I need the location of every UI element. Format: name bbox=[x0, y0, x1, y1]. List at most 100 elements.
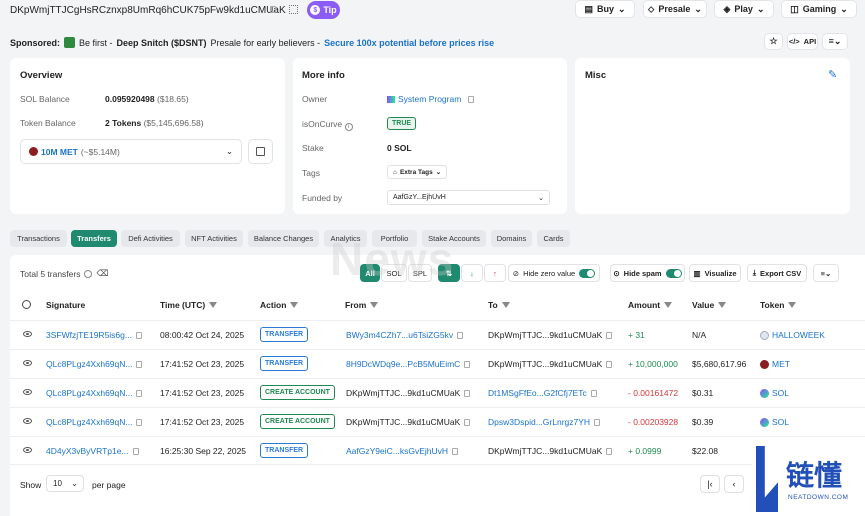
eye-icon[interactable] bbox=[23, 447, 32, 453]
hide-zero-switch[interactable] bbox=[579, 268, 596, 278]
copy-icon[interactable] bbox=[452, 448, 459, 455]
token-cell[interactable]: SOL bbox=[760, 417, 789, 427]
col-amount[interactable]: Amount bbox=[628, 300, 673, 310]
sponsor-bar[interactable]: Sponsored: Be first - Deep Snitch ($DSNT… bbox=[10, 37, 494, 48]
tip-button[interactable]: $ Tip bbox=[307, 1, 340, 19]
copy-icon[interactable] bbox=[457, 332, 464, 339]
funded-by-select[interactable]: AafGzY...EjhUvH ⌄ bbox=[387, 190, 550, 205]
to-text[interactable]: DKpWmjTTJC...9kd1uCMUaK bbox=[488, 446, 602, 456]
tab-nft-activities[interactable]: NFT Activities bbox=[185, 230, 243, 247]
copy-icon[interactable] bbox=[132, 448, 139, 455]
direction-out-button[interactable]: ↑ bbox=[484, 264, 506, 282]
first-page-button[interactable]: |‹ bbox=[700, 475, 720, 493]
to-text[interactable]: DKpWmjTTJC...9kd1uCMUaK bbox=[488, 359, 602, 369]
more-options-button[interactable]: ≡⌄ bbox=[822, 33, 848, 50]
filter-icon[interactable] bbox=[370, 302, 379, 308]
filter-icon[interactable] bbox=[664, 302, 673, 308]
to-text[interactable]: DKpWmjTTJC...9kd1uCMUaK bbox=[488, 330, 602, 340]
from-text[interactable]: DKpWmjTTJC...9kd1uCMUaK bbox=[346, 388, 460, 398]
copy-icon[interactable] bbox=[590, 390, 597, 397]
tab-domains[interactable]: Domains bbox=[491, 230, 532, 247]
copy-icon[interactable] bbox=[606, 332, 613, 339]
to-text[interactable]: Dt1MSgFfEo...G2fCfj7ETc bbox=[488, 388, 587, 398]
signature-link[interactable]: 3SFWfzjTE19R5is6g... bbox=[46, 330, 142, 340]
copy-icon[interactable] bbox=[136, 390, 143, 397]
tab-portfolio[interactable]: Portfolio bbox=[372, 230, 417, 247]
token-link[interactable]: SOL bbox=[772, 388, 789, 398]
copy-icon[interactable] bbox=[594, 419, 601, 426]
column-settings-button[interactable]: ≡⌄ bbox=[813, 264, 839, 282]
owner-link[interactable]: System Program bbox=[398, 94, 461, 104]
filter-sol-button[interactable]: SOL bbox=[381, 264, 407, 282]
prev-page-button[interactable]: ‹ bbox=[724, 475, 744, 493]
from-cell[interactable]: DKpWmjTTJC...9kd1uCMUaK bbox=[346, 417, 471, 427]
col-time[interactable]: Time (UTC) bbox=[160, 300, 218, 310]
favorite-button[interactable]: ☆ bbox=[764, 33, 783, 50]
from-text[interactable]: BWy3m4CZh7...u6TsiZG5kv bbox=[346, 330, 453, 340]
from-link[interactable]: BWy3m4CZh7...u6TsiZG5kv bbox=[346, 330, 464, 340]
api-button[interactable]: </> API bbox=[787, 33, 818, 50]
signature-text[interactable]: QLc8PLgz4Xxh69qN... bbox=[46, 359, 132, 369]
tab-transfers[interactable]: Transfers bbox=[71, 230, 117, 247]
tab-analytics[interactable]: Analytics bbox=[324, 230, 367, 247]
filter-icon[interactable] bbox=[788, 302, 797, 308]
token-cell[interactable]: MET bbox=[760, 359, 790, 369]
filter-icon[interactable] bbox=[209, 302, 218, 308]
signature-link[interactable]: QLc8PLgz4Xxh69qN... bbox=[46, 417, 143, 427]
buy-menu[interactable]: ▤ Buy ⌄ bbox=[575, 0, 635, 18]
to-link[interactable]: Dt1MSgFfEo...G2fCfj7ETc bbox=[488, 388, 597, 398]
copy-icon[interactable] bbox=[468, 95, 475, 103]
copy-icon[interactable] bbox=[464, 390, 471, 397]
eye-icon[interactable] bbox=[23, 418, 32, 424]
to-cell[interactable]: DKpWmjTTJC...9kd1uCMUaK bbox=[488, 359, 613, 369]
to-link[interactable]: Dpsw3Dspid...GrLnrgz7YH bbox=[488, 417, 601, 427]
signature-text[interactable]: QLc8PLgz4Xxh69qN... bbox=[46, 417, 132, 427]
col-action[interactable]: Action bbox=[260, 300, 299, 310]
token-link[interactable]: SOL bbox=[772, 417, 789, 427]
tab-balance-changes[interactable]: Balance Changes bbox=[248, 230, 319, 247]
signature-link[interactable]: 4D4yX3vByVRTp1e... bbox=[46, 446, 139, 456]
direction-both-button[interactable]: ⇅ bbox=[438, 264, 460, 282]
col-from[interactable]: From bbox=[345, 300, 379, 310]
from-cell[interactable]: DKpWmjTTJC...9kd1uCMUaK bbox=[346, 388, 471, 398]
copy-icon[interactable] bbox=[606, 361, 613, 368]
from-text[interactable]: 8H9DcWDq9e...PcB5MuEimC bbox=[346, 359, 460, 369]
hide-spam-toggle[interactable]: ⊙ Hide spam bbox=[610, 264, 685, 282]
copy-icon[interactable] bbox=[136, 419, 143, 426]
edit-icon[interactable]: ✎ bbox=[828, 68, 837, 81]
to-cell[interactable]: DKpWmjTTJC...9kd1uCMUaK bbox=[488, 330, 613, 340]
token-select[interactable]: 10M MET (~$5.14M) ⌄ bbox=[20, 139, 242, 164]
col-to[interactable]: To bbox=[488, 300, 510, 310]
play-menu[interactable]: ◈ Play ⌄ bbox=[714, 0, 774, 18]
tab-cards[interactable]: Cards bbox=[537, 230, 570, 247]
qr-icon[interactable] bbox=[289, 5, 298, 14]
token-link[interactable]: MET bbox=[772, 359, 790, 369]
copy-icon[interactable] bbox=[135, 332, 142, 339]
eye-icon[interactable] bbox=[23, 331, 32, 337]
from-text[interactable]: AafGzY9eiC...ksGvEjhUvH bbox=[346, 446, 448, 456]
portfolio-button[interactable] bbox=[248, 139, 273, 164]
direction-in-button[interactable]: ↓ bbox=[461, 264, 483, 282]
from-link[interactable]: AafGzY9eiC...ksGvEjhUvH bbox=[346, 446, 459, 456]
filter-spl-button[interactable]: SPL bbox=[408, 264, 432, 282]
to-text[interactable]: Dpsw3Dspid...GrLnrgz7YH bbox=[488, 417, 590, 427]
eye-icon[interactable] bbox=[23, 360, 32, 366]
filter-all-button[interactable]: All bbox=[360, 264, 380, 282]
hide-spam-switch[interactable] bbox=[665, 268, 682, 278]
col-token[interactable]: Token bbox=[760, 300, 797, 310]
to-cell[interactable]: DKpWmjTTJC...9kd1uCMUaK bbox=[488, 446, 613, 456]
eye-icon[interactable] bbox=[23, 389, 32, 395]
owner-value[interactable]: System Program bbox=[387, 94, 475, 104]
tab-defi-activities[interactable]: Defi Activities bbox=[121, 230, 180, 247]
token-cell[interactable]: SOL bbox=[760, 388, 789, 398]
copy-icon[interactable] bbox=[464, 419, 471, 426]
export-csv-button[interactable]: ⤓ Export CSV bbox=[747, 264, 807, 282]
from-link[interactable]: 8H9DcWDq9e...PcB5MuEimC bbox=[346, 359, 471, 369]
token-cell[interactable]: HALLOWEEK bbox=[760, 330, 825, 340]
signature-text[interactable]: 4D4yX3vByVRTp1e... bbox=[46, 446, 129, 456]
copy-icon[interactable] bbox=[136, 361, 143, 368]
extra-tags-button[interactable]: ⌂ Extra Tags ⌄ bbox=[387, 165, 448, 179]
presale-menu[interactable]: ⬦ Presale ⌄ bbox=[643, 0, 707, 18]
signature-link[interactable]: QLc8PLgz4Xxh69qN... bbox=[46, 388, 143, 398]
page-size-select[interactable]: 10 ⌄ bbox=[46, 475, 84, 492]
